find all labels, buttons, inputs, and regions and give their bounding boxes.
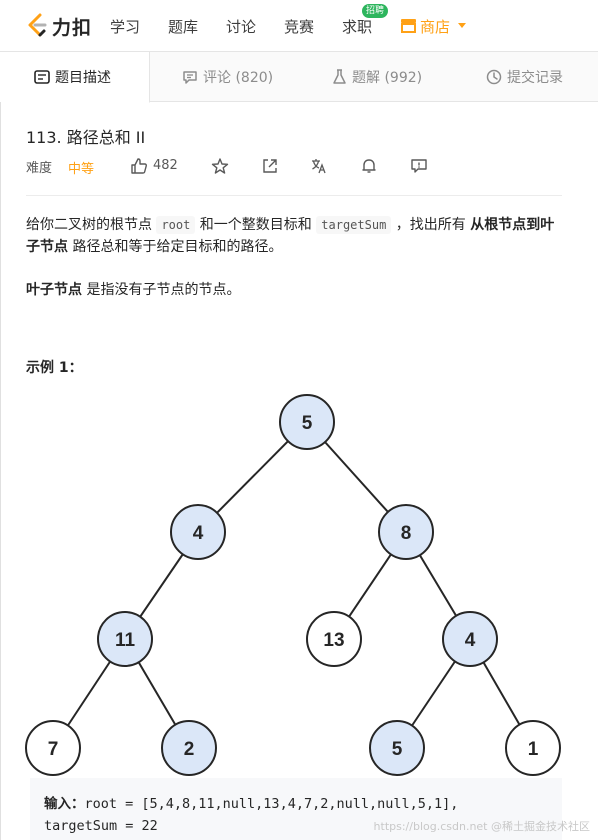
like-count: 482 [153, 158, 178, 173]
nav-problems[interactable]: 题库 [168, 16, 198, 37]
problem-description: 给你二叉树的根节点 root 和一个整数目标和 targetSum ，找出所有 … [26, 214, 566, 258]
tree-node: 8 [378, 504, 434, 560]
tree-node-label: 11 [115, 630, 136, 651]
top-navigation-bar: 力扣 学习 题库 讨论 竞赛 求职 招聘 商店 [0, 0, 598, 52]
share-icon[interactable] [261, 157, 279, 175]
tree-node: 4 [170, 504, 226, 560]
example-title: 示例 1： [26, 360, 83, 376]
feedback-icon[interactable] [410, 157, 428, 175]
tree-node: 13 [306, 611, 362, 667]
nav-jobs[interactable]: 求职 [342, 16, 372, 37]
tab-description[interactable]: 题目描述 [0, 52, 150, 103]
problem-title: 113. 路径总和 II [26, 128, 146, 147]
tree-node: 11 [97, 611, 153, 667]
bell-icon[interactable] [360, 157, 378, 175]
input-label: 输入： [44, 796, 85, 812]
nav-store[interactable]: 商店 [420, 16, 450, 37]
tree-node-label: 8 [401, 523, 412, 544]
watermark: https://blog.csdn.net @稀土掘金技术社区 [373, 820, 590, 833]
desc-text: 路径总和等于给定目标和的路径。 [68, 239, 283, 255]
tree-node: 2 [161, 720, 217, 776]
tab-submissions[interactable]: 提交记录 [486, 52, 563, 102]
store-icon [401, 19, 416, 33]
difficulty-label: 难度 [26, 161, 53, 176]
tree-node-label: 7 [48, 739, 59, 760]
tree-node-label: 2 [184, 739, 195, 760]
tree-node-label: 5 [392, 739, 403, 760]
clock-icon [486, 69, 502, 85]
comment-icon [183, 70, 197, 84]
code-targetsum: targetSum [316, 216, 392, 234]
translate-icon[interactable] [310, 157, 328, 175]
nav-discuss[interactable]: 讨论 [226, 16, 256, 37]
tab-comments[interactable]: 评论 (820) [182, 52, 273, 102]
document-icon [34, 70, 50, 84]
desc-text: 给你二叉树的根节点 [26, 217, 157, 233]
star-icon[interactable] [211, 157, 229, 175]
desc-text: ，找出所有 [391, 217, 471, 233]
nav-contest[interactable]: 竞赛 [284, 16, 314, 37]
divider [26, 195, 562, 196]
leaf-definition: 叶子节点 是指没有子节点的节点。 [26, 279, 566, 301]
nav-learn[interactable]: 学习 [110, 16, 140, 37]
input-line-2: targetSum = 22 [44, 818, 158, 834]
tree-node-label: 1 [528, 739, 539, 760]
tab-submissions-label: 提交记录 [507, 70, 563, 86]
leetcode-logo-icon[interactable] [24, 12, 50, 38]
tree-node-label: 5 [302, 413, 313, 434]
tree-node: 5 [279, 394, 335, 450]
tree-node-label: 4 [193, 523, 204, 544]
binary-tree-diagram: 5 4 8 11 13 4 7 2 5 1 [25, 394, 561, 776]
difficulty-value: 中等 [68, 162, 95, 177]
chevron-down-icon[interactable] [458, 23, 466, 28]
tree-edges [52, 421, 534, 749]
logo-text[interactable]: 力扣 [52, 13, 92, 40]
tree-node-label: 4 [465, 630, 476, 651]
code-root: root [156, 216, 196, 234]
flask-icon [333, 69, 346, 84]
tree-node: 5 [369, 720, 425, 776]
leaf-term: 叶子节点 [26, 282, 82, 298]
tab-solutions-label: 题解 (992) [352, 70, 423, 86]
thumbs-up-icon[interactable] [130, 157, 148, 175]
tree-node: 4 [442, 611, 498, 667]
input-value: root = [5,4,8,11,null,13,4,7,2,null,null… [84, 796, 459, 812]
tree-node: 1 [505, 720, 561, 776]
input-line-1: 输入：root = [5,4,8,11,null,13,4,7,2,null,n… [44, 792, 458, 812]
tab-comments-label: 评论 (820) [203, 70, 274, 86]
problem-tabs: 题目描述 评论 (820) 题解 (992) 提交记录 [0, 52, 598, 103]
tree-nodes: 5 4 8 11 13 4 7 2 5 1 [25, 394, 561, 776]
tab-solutions[interactable]: 题解 (992) [332, 52, 422, 102]
desc-text: 和一个整数目标和 [195, 217, 317, 233]
jobs-badge: 招聘 [362, 4, 389, 18]
tab-description-label: 题目描述 [55, 70, 111, 86]
tree-node-label: 13 [323, 630, 344, 651]
tree-node: 7 [25, 720, 81, 776]
leaf-text: 是指没有子节点的节点。 [82, 282, 241, 298]
